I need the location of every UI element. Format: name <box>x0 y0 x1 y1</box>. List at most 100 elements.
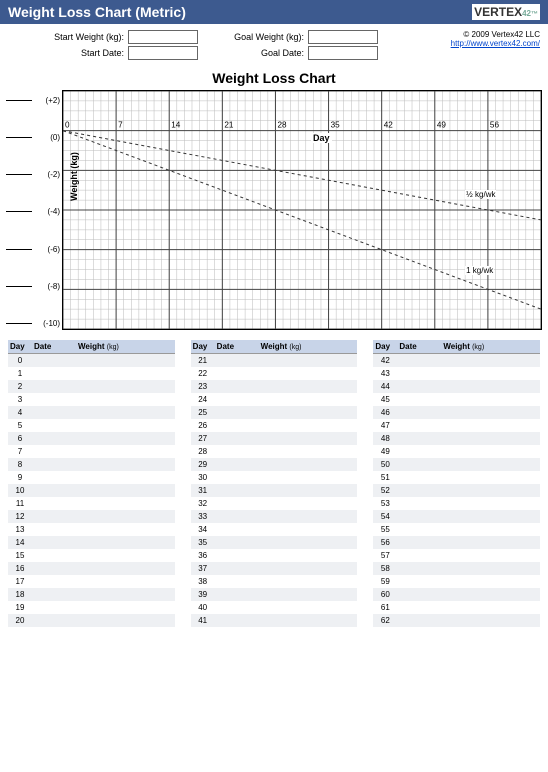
table-row: 50 <box>373 458 540 471</box>
table-row: 40 <box>191 601 358 614</box>
table-row: 22 <box>191 367 358 380</box>
logo: VERTEX42™ <box>472 4 540 20</box>
svg-text:35: 35 <box>331 121 341 130</box>
table-row: 54 <box>373 510 540 523</box>
table-row: 25 <box>191 406 358 419</box>
goal-date-input[interactable] <box>308 46 378 60</box>
svg-text:0: 0 <box>65 121 70 130</box>
y-tick-labels: (+2)(0)(-2)(-4)(-6)(-8)(-10) <box>36 90 62 330</box>
start-date-input[interactable] <box>128 46 198 60</box>
copyright: © 2009 Vertex42 LLC <box>378 30 540 39</box>
table-row: 12 <box>8 510 175 523</box>
svg-text:49: 49 <box>437 121 447 130</box>
table-row: 7 <box>8 445 175 458</box>
header-form: Start Weight (kg): Start Date: Goal Weig… <box>0 24 548 62</box>
table-row: 28 <box>191 445 358 458</box>
start-weight-label: Start Weight (kg): <box>54 32 124 42</box>
table-row: 17 <box>8 575 175 588</box>
weight-entry-blanks <box>6 90 36 330</box>
table-row: 44 <box>373 380 540 393</box>
chart-plot: 071421283542495663 Weight (kg) Day ½ kg/… <box>62 90 542 330</box>
th-date: Date <box>397 340 441 353</box>
svg-text:28: 28 <box>277 121 287 130</box>
table-row: 41 <box>191 614 358 627</box>
table-row: 53 <box>373 497 540 510</box>
table-row: 8 <box>8 458 175 471</box>
table-row: 3 <box>8 393 175 406</box>
svg-text:21: 21 <box>224 121 234 130</box>
table-row: 55 <box>373 523 540 536</box>
table-row: 45 <box>373 393 540 406</box>
data-tables: DayDateWeight (kg)0123456789101112131415… <box>0 334 548 637</box>
th-weight: Weight (kg) <box>441 340 540 353</box>
table-row: 62 <box>373 614 540 627</box>
table-row: 15 <box>8 549 175 562</box>
table-row: 0 <box>8 354 175 367</box>
table-row: 32 <box>191 497 358 510</box>
table-row: 5 <box>8 419 175 432</box>
th-weight: Weight (kg) <box>259 340 358 353</box>
table-row: 34 <box>191 523 358 536</box>
table-row: 60 <box>373 588 540 601</box>
table-row: 39 <box>191 588 358 601</box>
x-axis-label: Day <box>311 133 332 143</box>
table-row: 14 <box>8 536 175 549</box>
table-column: DayDateWeight (kg)2122232425262728293031… <box>191 340 358 627</box>
chart-title: Weight Loss Chart <box>6 70 542 86</box>
table-row: 30 <box>191 471 358 484</box>
table-row: 58 <box>373 562 540 575</box>
th-date: Date <box>32 340 76 353</box>
table-row: 11 <box>8 497 175 510</box>
page-title: Weight Loss Chart (Metric) <box>8 4 186 20</box>
table-column: DayDateWeight (kg)0123456789101112131415… <box>8 340 175 627</box>
table-row: 36 <box>191 549 358 562</box>
annotation-one-kg: 1 kg/wk <box>465 266 494 275</box>
vendor-link[interactable]: http://www.vertex42.com/ <box>451 39 540 48</box>
table-row: 51 <box>373 471 540 484</box>
table-row: 59 <box>373 575 540 588</box>
table-row: 21 <box>191 354 358 367</box>
start-weight-input[interactable] <box>128 30 198 44</box>
table-row: 20 <box>8 614 175 627</box>
table-row: 10 <box>8 484 175 497</box>
table-row: 52 <box>373 484 540 497</box>
table-row: 19 <box>8 601 175 614</box>
th-date: Date <box>215 340 259 353</box>
th-day: Day <box>373 340 397 353</box>
table-row: 13 <box>8 523 175 536</box>
table-row: 6 <box>8 432 175 445</box>
table-row: 48 <box>373 432 540 445</box>
table-row: 18 <box>8 588 175 601</box>
table-row: 26 <box>191 419 358 432</box>
th-day: Day <box>191 340 215 353</box>
table-row: 57 <box>373 549 540 562</box>
table-row: 35 <box>191 536 358 549</box>
table-row: 24 <box>191 393 358 406</box>
th-weight: Weight (kg) <box>76 340 175 353</box>
table-column: DayDateWeight (kg)4243444546474849505152… <box>373 340 540 627</box>
svg-text:14: 14 <box>171 121 181 130</box>
table-row: 56 <box>373 536 540 549</box>
svg-text:42: 42 <box>384 121 394 130</box>
table-row: 1 <box>8 367 175 380</box>
table-row: 47 <box>373 419 540 432</box>
goal-weight-input[interactable] <box>308 30 378 44</box>
table-row: 27 <box>191 432 358 445</box>
table-row: 31 <box>191 484 358 497</box>
table-row: 42 <box>373 354 540 367</box>
table-row: 16 <box>8 562 175 575</box>
annotation-half-kg: ½ kg/wk <box>465 190 496 199</box>
svg-text:56: 56 <box>490 121 500 130</box>
goal-weight-label: Goal Weight (kg): <box>234 32 304 42</box>
goal-date-label: Goal Date: <box>261 48 304 58</box>
table-row: 23 <box>191 380 358 393</box>
table-row: 38 <box>191 575 358 588</box>
title-bar: Weight Loss Chart (Metric) VERTEX42™ <box>0 0 548 24</box>
table-row: 33 <box>191 510 358 523</box>
table-row: 9 <box>8 471 175 484</box>
svg-text:7: 7 <box>118 121 123 130</box>
table-row: 49 <box>373 445 540 458</box>
table-row: 37 <box>191 562 358 575</box>
y-axis-label: Weight (kg) <box>69 152 79 201</box>
table-row: 4 <box>8 406 175 419</box>
